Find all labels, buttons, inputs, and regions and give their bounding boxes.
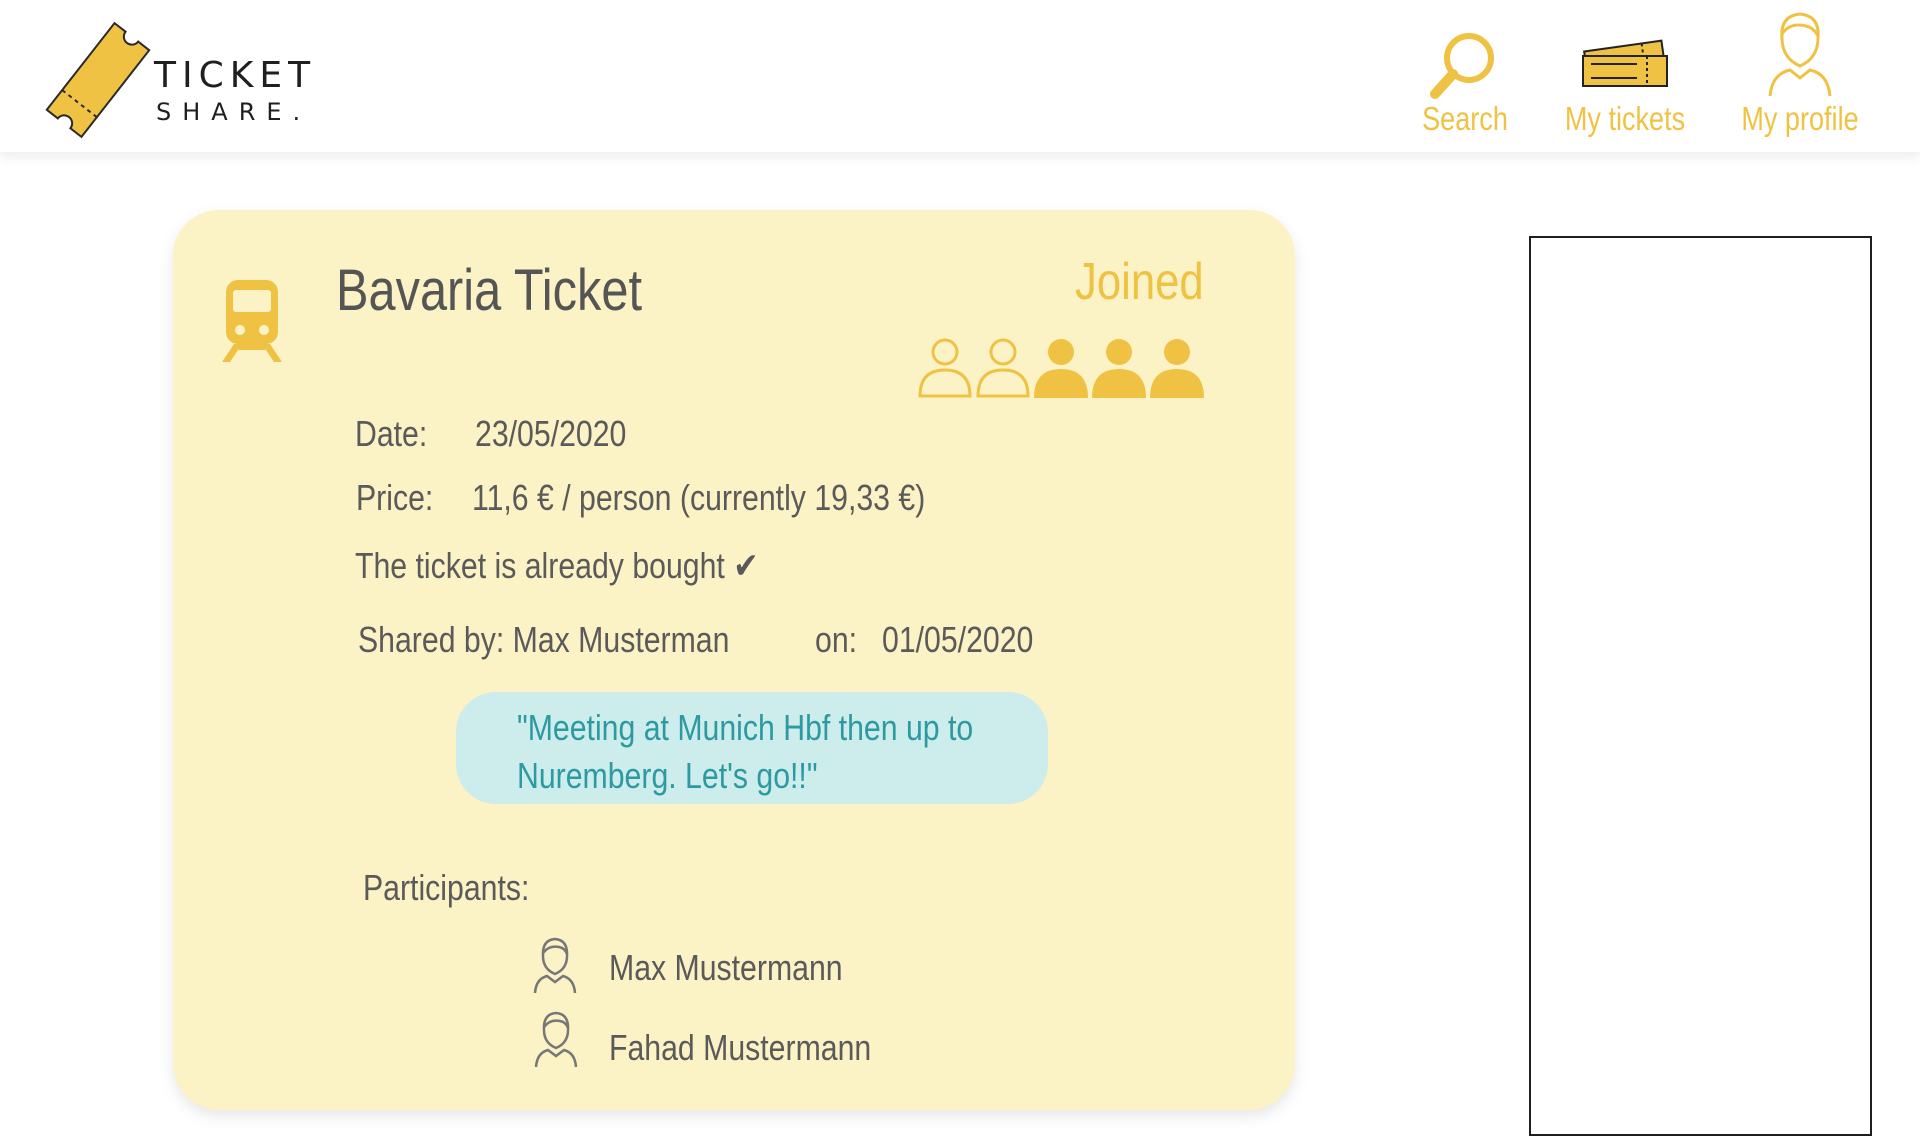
avatar-icon <box>534 1011 578 1068</box>
ticket-title: Bavaria Ticket <box>336 258 642 323</box>
train-icon <box>222 280 282 362</box>
nav-my-profile[interactable]: My profile <box>1720 6 1880 146</box>
logo-word-ticket: TICKET <box>154 55 317 96</box>
person-filled-icon <box>1092 339 1146 398</box>
shared-by: Shared by: Max Musterman <box>358 619 730 660</box>
nav-my-tickets-label: My tickets <box>1564 100 1686 137</box>
ticketshare-logo[interactable]: TICKET SHARE. <box>38 8 328 139</box>
nav-search-label: Search <box>1422 100 1508 137</box>
ticket-status-joined: Joined <box>1075 253 1204 311</box>
shared-on-label: on: <box>815 619 858 660</box>
date-label: Date: <box>355 413 428 454</box>
price-value: 11,6 € / person (currently 19,33 €) <box>472 477 926 518</box>
shared-on-date: 01/05/2020 <box>882 619 1034 660</box>
message-text: "Meeting at Munich Hbf then up to Nuremb… <box>517 707 974 796</box>
participant-name: Fahad Mustermann <box>609 1027 872 1068</box>
side-panel <box>1529 236 1872 1136</box>
participant-name: Max Mustermann <box>609 947 843 988</box>
avatar-icon <box>533 937 577 994</box>
person-filled-icon <box>1034 339 1088 398</box>
bought-status: The ticket is already bought ✔ <box>355 545 759 586</box>
nav-search[interactable]: Search <box>1400 6 1530 146</box>
person-empty-icon <box>918 338 972 398</box>
nav-my-profile-label: My profile <box>1741 100 1859 137</box>
tickets-icon <box>1582 39 1668 87</box>
date-value: 23/05/2020 <box>475 413 627 454</box>
top-header: TICKET SHARE. Search My tickets My profi… <box>0 0 1920 152</box>
profile-icon <box>1768 12 1832 97</box>
participants-label: Participants: <box>363 867 530 908</box>
price-label: Price: <box>356 477 434 518</box>
person-filled-icon <box>1150 339 1204 398</box>
ticket-logo-icon <box>45 21 151 139</box>
logo-word-share: SHARE. <box>156 98 312 126</box>
nav-my-tickets[interactable]: My tickets <box>1545 6 1705 146</box>
person-empty-icon <box>976 338 1030 398</box>
